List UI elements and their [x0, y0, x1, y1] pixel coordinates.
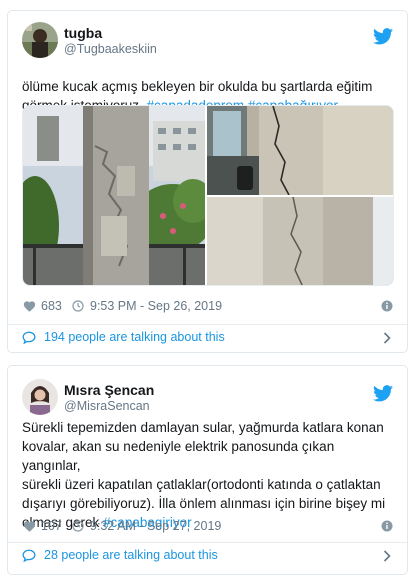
twitter-bird-icon[interactable] — [373, 28, 393, 45]
display-name[interactable]: tugba — [64, 25, 102, 41]
speech-bubble-icon — [22, 549, 36, 562]
user-handle[interactable]: @MisraSencan — [64, 399, 150, 413]
clock-icon — [72, 300, 84, 312]
avatar[interactable] — [22, 22, 58, 58]
tweet-header: Mısra Şencan @MisraSencan — [22, 379, 397, 419]
timestamp[interactable]: 9:53 PM - Sep 26, 2019 — [90, 299, 222, 313]
info-icon[interactable] — [381, 300, 393, 312]
tweet-text-line: Sürekli tepemizden damlayan sular, yağmu… — [22, 418, 393, 437]
clock-icon — [72, 520, 84, 532]
chevron-right-icon[interactable] — [383, 550, 391, 562]
photo-column[interactable] — [23, 106, 213, 286]
tweet-text-line: sürekli üzeri kapatılan çatlaklar(ortodo… — [22, 475, 393, 494]
tweet-text-segment: kovalar, akan su nedeniyle elektrik pano… — [22, 439, 335, 473]
info-icon[interactable] — [381, 520, 393, 532]
tweet-card[interactable]: tugba @Tugbaakeskiin ölüme kucak açmış b… — [7, 10, 408, 353]
like-count: 107 — [41, 519, 62, 533]
chevron-right-icon[interactable] — [383, 332, 391, 344]
tweet-text-line: kovalar, akan su nedeniyle elektrik pano… — [22, 437, 393, 475]
conversation-link[interactable]: 194 people are talking about this — [22, 327, 393, 349]
tweet-text-segment: sürekli üzeri kapatılan çatlaklar(ortodo… — [22, 477, 381, 492]
talking-count[interactable]: 194 people are talking about this — [44, 330, 225, 344]
tweet-text-segment: ölüme kucak açmış bekleyen bir okulda bu… — [22, 79, 373, 94]
tweet-header: tugba @Tugbaakeskiin — [22, 22, 397, 62]
user-handle[interactable]: @Tugbaakeskiin — [64, 42, 157, 56]
speech-bubble-icon — [22, 331, 36, 344]
divider — [8, 324, 407, 325]
twitter-bird-icon[interactable] — [373, 385, 393, 402]
tweet-meta: 107 9:32 AM - Sep 27, 2019 — [22, 517, 393, 537]
tweet-text-segment: dışarıyı görebiliyoruz). İlla önlem alın… — [22, 496, 386, 511]
conversation-link[interactable]: 28 people are talking about this — [22, 545, 393, 567]
tweet-text-line: dışarıyı görebiliyoruz). İlla önlem alın… — [22, 494, 393, 513]
tweet-media-grid[interactable] — [22, 105, 394, 286]
tweet-text-segment: Sürekli tepemizden damlayan sular, yağmu… — [22, 420, 384, 435]
heart-icon[interactable] — [23, 300, 36, 312]
tweet-meta: 683 9:53 PM - Sep 26, 2019 — [22, 297, 393, 317]
display-name[interactable]: Mısra Şencan — [64, 382, 154, 398]
tweet-text-line: ölüme kucak açmış bekleyen bir okulda bu… — [22, 77, 393, 96]
tweet-card[interactable]: Mısra Şencan @MisraSencan Sürekli tepemi… — [7, 365, 408, 575]
divider — [8, 542, 407, 543]
talking-count[interactable]: 28 people are talking about this — [44, 548, 218, 562]
photo-wall-crack[interactable] — [207, 106, 394, 196]
timestamp[interactable]: 9:32 AM - Sep 27, 2019 — [90, 519, 221, 533]
photo-wall-corner[interactable] — [207, 196, 394, 286]
tweet-text: Sürekli tepemizden damlayan sular, yağmu… — [22, 418, 393, 532]
avatar[interactable] — [22, 379, 58, 415]
like-count: 683 — [41, 299, 62, 313]
heart-icon[interactable] — [23, 520, 36, 532]
